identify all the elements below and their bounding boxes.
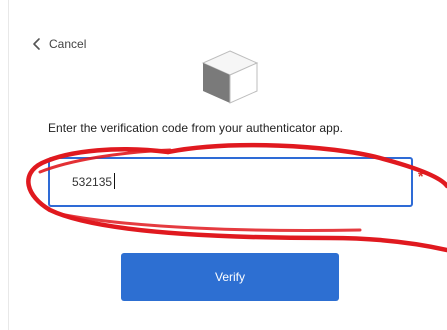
chevron-left-icon [30, 37, 44, 51]
required-asterisk: * [418, 168, 424, 184]
instruction-text: Enter the verification code from your au… [48, 121, 343, 135]
left-divider [8, 0, 9, 330]
cube-icon [199, 48, 261, 106]
verification-code-input[interactable] [48, 157, 413, 207]
verification-page: Cancel Enter the verification code from … [0, 0, 447, 330]
verify-button[interactable]: Verify [121, 253, 339, 301]
cancel-link[interactable]: Cancel [30, 35, 86, 53]
text-caret [114, 173, 115, 189]
cancel-label: Cancel [49, 37, 87, 51]
